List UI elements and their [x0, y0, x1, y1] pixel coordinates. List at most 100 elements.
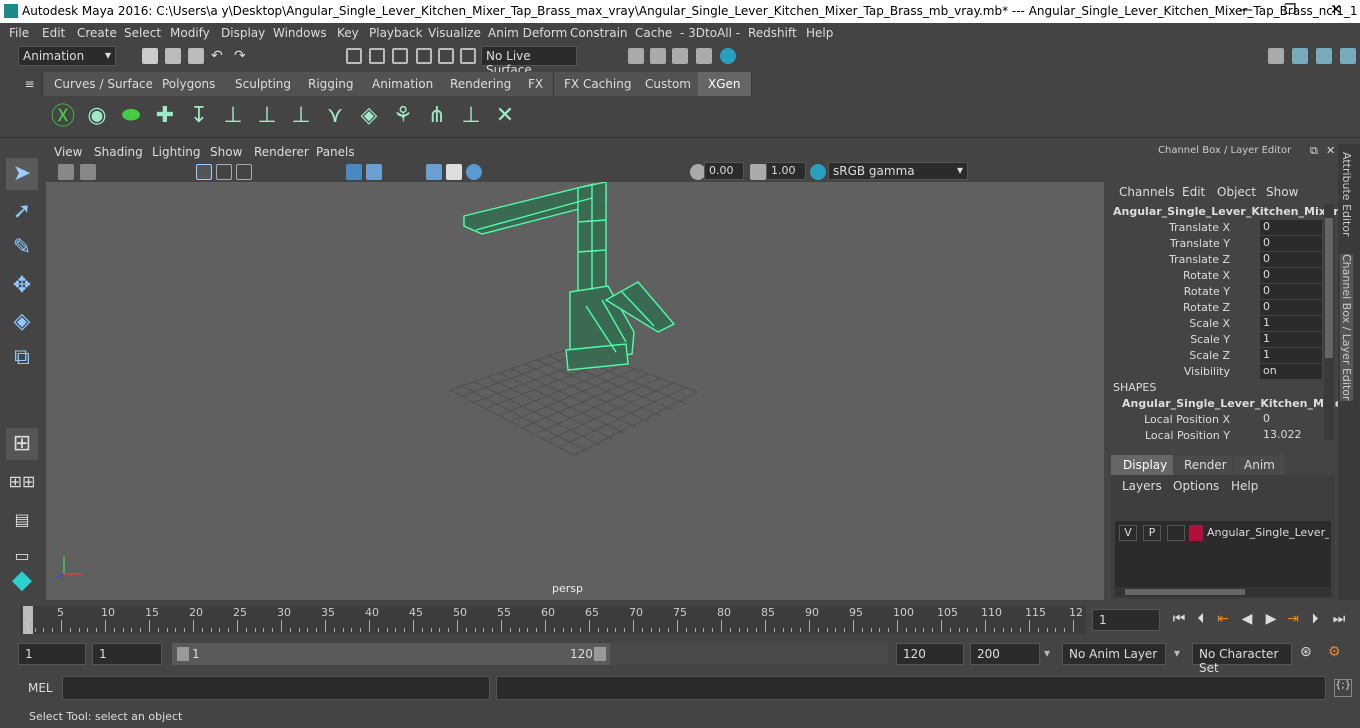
xgen-delete-guides-icon[interactable]: ✕ — [490, 101, 520, 131]
workspace-icon[interactable] — [1268, 48, 1284, 64]
undo-icon[interactable]: ↶ — [211, 48, 227, 64]
open-scene-icon[interactable] — [165, 48, 181, 64]
select-by-component-icon[interactable] — [392, 48, 408, 64]
layer-menu-help[interactable]: Help — [1231, 479, 1258, 493]
auto-key-icon[interactable]: ⊛ — [1300, 644, 1318, 662]
camera-attributes-icon[interactable] — [80, 164, 96, 180]
anim-preferences-icon[interactable]: ⚙ — [1328, 644, 1346, 662]
xgen-add-guides-icon[interactable]: ✚ — [150, 101, 180, 131]
step-forward-frame-icon[interactable]: ⏵ — [1306, 610, 1324, 628]
shelf-tab-rigging[interactable]: Rigging — [298, 72, 365, 96]
maya-home-icon[interactable]: ◆ — [6, 564, 38, 596]
attr-translate-y[interactable]: Translate Y0 — [1106, 236, 1322, 252]
attr-scale-x[interactable]: Scale X1 — [1106, 316, 1322, 332]
attr-local-position-y[interactable]: Local Position Y 13.022 — [1106, 428, 1318, 444]
new-scene-icon[interactable] — [142, 48, 158, 64]
save-scene-icon[interactable] — [188, 48, 204, 64]
xgen-bend-icon[interactable]: ⊥ — [456, 101, 486, 131]
hypershade-icon[interactable] — [720, 48, 736, 64]
color-management-icon[interactable] — [810, 164, 826, 180]
viewport-menu-shading[interactable]: Shading — [94, 145, 143, 159]
step-back-frame-icon[interactable]: ⏴ — [1192, 610, 1210, 628]
select-by-object-icon[interactable] — [369, 48, 385, 64]
range-end-handle[interactable] — [594, 647, 606, 661]
xgen-guide-lock-icon[interactable]: ⊥ — [286, 101, 316, 131]
menu-create[interactable]: Create — [77, 26, 117, 40]
step-back-key-icon[interactable]: ⇤ — [1214, 610, 1232, 628]
paint-select-tool-icon[interactable]: ✎ — [6, 232, 38, 264]
character-set-field[interactable]: No Character Set — [1192, 643, 1292, 675]
menu-windows[interactable]: Windows — [273, 26, 327, 40]
xgen-cut-icon[interactable]: ⋔ — [422, 101, 452, 131]
shape-name[interactable]: Angular_Single_Lever_Kitchen_Mixe... — [1122, 397, 1355, 410]
layout-icon[interactable] — [1292, 48, 1308, 64]
attr-local-position-x[interactable]: Local Position X0 — [1106, 412, 1318, 428]
current-frame-field[interactable]: 1 — [1092, 609, 1160, 631]
xgen-guide-tool-icon[interactable]: ⊥ — [218, 101, 248, 131]
layer-name[interactable]: Angular_Single_Lever_Kit — [1207, 526, 1329, 539]
layer-playback-toggle[interactable]: P — [1143, 525, 1161, 541]
xgen-guide-visibility-icon[interactable]: ⊥ — [252, 101, 282, 131]
attr-rotate-x[interactable]: Rotate X0 — [1106, 268, 1322, 284]
layer-color-swatch[interactable] — [1189, 525, 1203, 541]
snap-point-icon[interactable] — [460, 48, 476, 64]
scale-tool-icon[interactable]: ⧉ — [6, 342, 38, 374]
snap-grid-icon[interactable] — [416, 48, 432, 64]
select-camera-icon[interactable] — [58, 164, 74, 180]
redo-icon[interactable]: ↷ — [234, 48, 250, 64]
menu-edit[interactable]: Edit — [42, 26, 65, 40]
shelf-tab-xgen[interactable]: XGen — [698, 72, 752, 96]
menu-cache[interactable]: Cache — [635, 26, 672, 40]
time-slider[interactable]: 1 5 10 15 20 25 30 35 40 45 50 55 60 65 70 75 80 85 90 95 1… — [0, 604, 1360, 636]
playback-range-bar[interactable]: 1 120 — [172, 643, 610, 665]
layer-menu-layers[interactable]: Layers — [1122, 479, 1162, 493]
attr-visibility[interactable]: Visibility on — [1106, 364, 1322, 380]
shelf-tab-custom[interactable]: Custom — [635, 72, 702, 96]
viewport-menu-panels[interactable]: Panels — [316, 145, 355, 159]
exposure-field[interactable]: 0.00 — [704, 162, 744, 180]
menu-3dtoall[interactable]: - 3DtoAll - — [680, 26, 740, 40]
cb-menu-object[interactable]: Object — [1217, 185, 1256, 199]
menu-help[interactable]: Help — [806, 26, 833, 40]
close-panel-icon[interactable]: ✕ — [1326, 144, 1335, 157]
playback-end-field[interactable]: 120 — [896, 643, 964, 665]
menu-file[interactable]: File — [9, 26, 29, 40]
shelf-menu-icon[interactable]: ≡ — [18, 72, 42, 96]
shelf-tab-sculpting[interactable]: Sculpting — [225, 72, 303, 96]
four-view-layout-icon[interactable]: ⊞⊞ — [6, 466, 38, 498]
layer-menu-options[interactable]: Options — [1173, 479, 1219, 493]
play-forwards-icon[interactable]: ▶ — [1262, 610, 1280, 628]
outliner-layout-icon[interactable]: ▤ — [6, 504, 38, 536]
render-view-icon[interactable] — [696, 48, 712, 64]
menu-redshift[interactable]: Redshift — [748, 26, 797, 40]
cb-menu-show[interactable]: Show — [1266, 185, 1298, 199]
viewport-menu-renderer[interactable]: Renderer — [254, 145, 309, 159]
attr-rotate-z[interactable]: Rotate Z0 — [1106, 300, 1322, 316]
xgen-place-guides-icon[interactable]: ↧ — [184, 101, 214, 131]
attr-translate-z[interactable]: Translate Z0 — [1106, 252, 1322, 268]
layer-tab-anim[interactable]: Anim — [1234, 455, 1284, 475]
play-backwards-icon[interactable]: ◀ — [1238, 610, 1256, 628]
anim-layer-field[interactable]: No Anim Layer — [1062, 643, 1166, 665]
chevron-down-icon[interactable]: ▾ — [1174, 646, 1180, 660]
command-input[interactable] — [62, 676, 490, 700]
menu-anim-deform[interactable]: Anim Deform — [488, 26, 567, 40]
gamma-field[interactable]: 1.00 — [766, 162, 806, 180]
shelf-tab-fx[interactable]: FX — [518, 72, 555, 96]
layer-list-scrollbar[interactable] — [1115, 587, 1331, 597]
xgen-clump-icon[interactable]: ⚘ — [388, 101, 418, 131]
menu-display[interactable]: Display — [221, 26, 265, 40]
color-space-dropdown[interactable]: sRGB gamma ▾ — [828, 162, 968, 180]
menu-modify[interactable]: Modify — [170, 26, 210, 40]
menu-key[interactable]: Key — [337, 26, 359, 40]
resolution-gate-icon[interactable] — [236, 164, 252, 180]
step-forward-key-icon[interactable]: ⇥ — [1284, 610, 1302, 628]
layer-visibility-toggle[interactable]: V — [1119, 525, 1137, 541]
render-settings-icon[interactable] — [628, 48, 644, 64]
xgen-guide-sculpt-icon[interactable]: ⋎ — [320, 101, 350, 131]
menu-visualize[interactable]: Visualize — [428, 26, 481, 40]
textured-icon[interactable] — [426, 164, 442, 180]
minimize-button[interactable]: — — [1226, 2, 1266, 20]
rotate-tool-icon[interactable]: ◈ — [6, 306, 38, 338]
animation-end-field[interactable]: 200 — [970, 643, 1040, 665]
